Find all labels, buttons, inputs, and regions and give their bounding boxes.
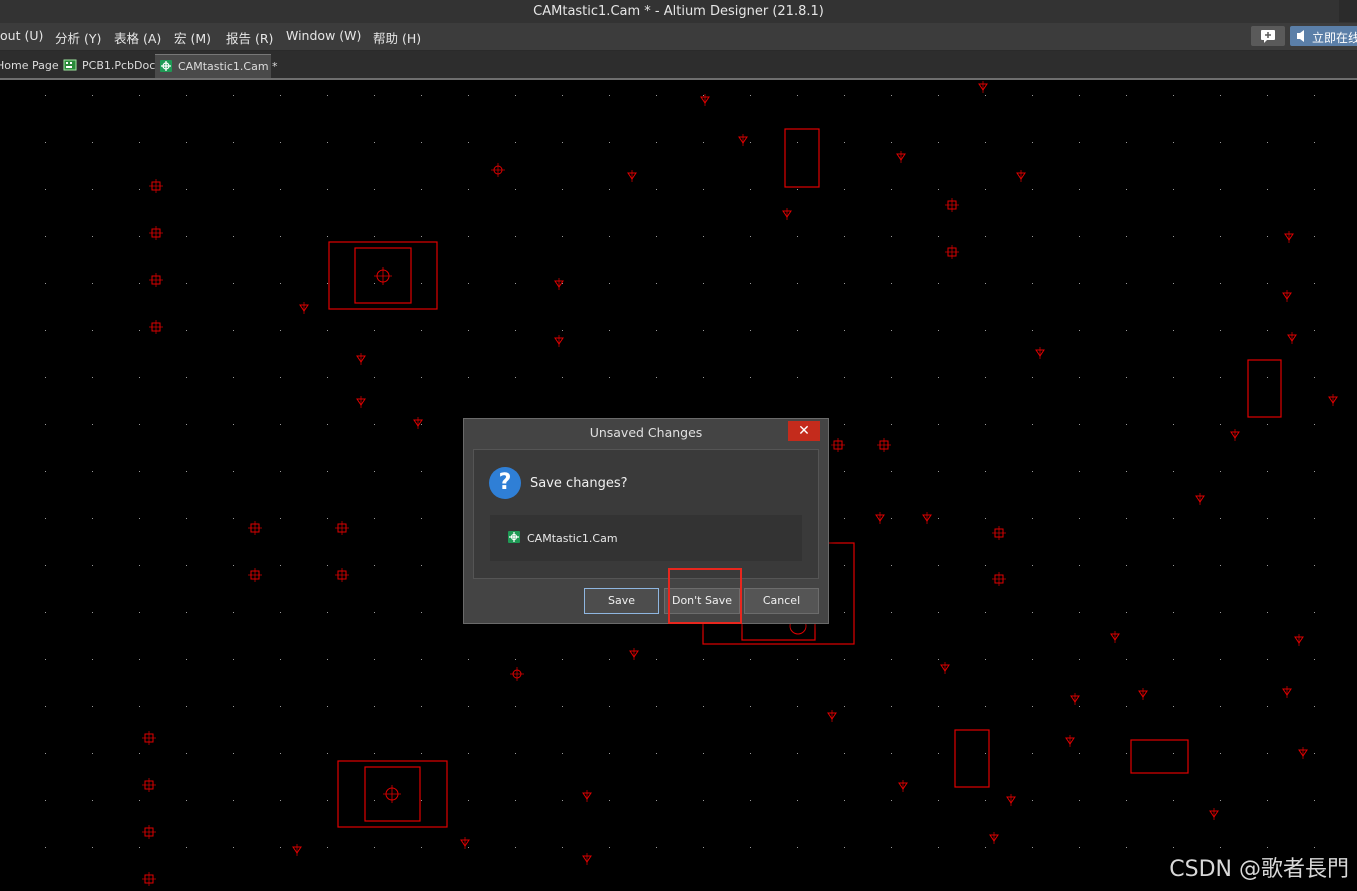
unsaved-changes-dialog: Unsaved Changes ✕ ? Save changes? CAMtas… (463, 418, 829, 624)
cancel-button[interactable]: Cancel (744, 588, 819, 614)
tab-label: CAMtastic1.Cam * (178, 60, 278, 73)
component-outline (784, 128, 820, 188)
close-button[interactable]: ✕ (788, 421, 820, 441)
dialog-title: Unsaved Changes (589, 425, 703, 440)
chat-button[interactable] (1251, 26, 1285, 46)
tab-label: Home Page (0, 59, 59, 72)
save-button[interactable]: Save (584, 588, 659, 614)
component-outline (1247, 359, 1282, 418)
menu-layout[interactable]: out (U) (0, 28, 43, 43)
menu-bar: out (U) 分析 (Y) 表格 (A) 宏 (M) 报告 (R) Windo… (0, 23, 1357, 51)
cam-document-icon (508, 531, 520, 543)
tab-label: PCB1.PcbDoc (82, 59, 156, 72)
dont-save-button[interactable]: Don't Save (664, 588, 740, 614)
question-icon: ? (489, 467, 521, 499)
window-title: CAMtastic1.Cam * - Altium Designer (21.8… (533, 4, 824, 19)
online-button[interactable]: 立即在线 (1290, 26, 1357, 46)
chat-icon (1261, 30, 1275, 43)
unsaved-file-item: CAMtastic1.Cam (490, 515, 802, 561)
close-icon: ✕ (798, 423, 810, 439)
pcb-document-icon (63, 59, 77, 71)
component-outline (954, 729, 990, 788)
tab-home-page[interactable]: Home Page (0, 54, 59, 77)
menu-report[interactable]: 报告 (R) (226, 28, 273, 47)
menu-macro[interactable]: 宏 (M) (174, 28, 211, 47)
component-outline (1130, 739, 1189, 774)
tab-pcb1[interactable]: PCB1.PcbDoc (60, 54, 156, 77)
unsaved-file-name: CAMtastic1.Cam (527, 532, 618, 545)
document-tab-bar: Home Page PCB1.PcbDoc CAMtastic1.Cam * (0, 51, 1357, 80)
tab-camtastic1[interactable]: CAMtastic1.Cam * (155, 54, 278, 78)
speaker-icon (1297, 30, 1304, 42)
watermark: CSDN @歌者長門 (1169, 857, 1349, 882)
menu-table[interactable]: 表格 (A) (114, 28, 161, 47)
menu-analyze[interactable]: 分析 (Y) (55, 28, 101, 47)
search-icon[interactable] (1339, 0, 1357, 22)
dialog-question: Save changes? (530, 476, 628, 491)
cam-document-icon (160, 60, 172, 72)
menu-help[interactable]: 帮助 (H) (373, 28, 421, 47)
dialog-body: ? Save changes? CAMtastic1.Cam (473, 449, 819, 579)
online-label: 立即在线 (1312, 31, 1357, 45)
title-bar: CAMtastic1.Cam * - Altium Designer (21.8… (0, 0, 1357, 23)
menu-window[interactable]: Window (W) (286, 28, 361, 43)
